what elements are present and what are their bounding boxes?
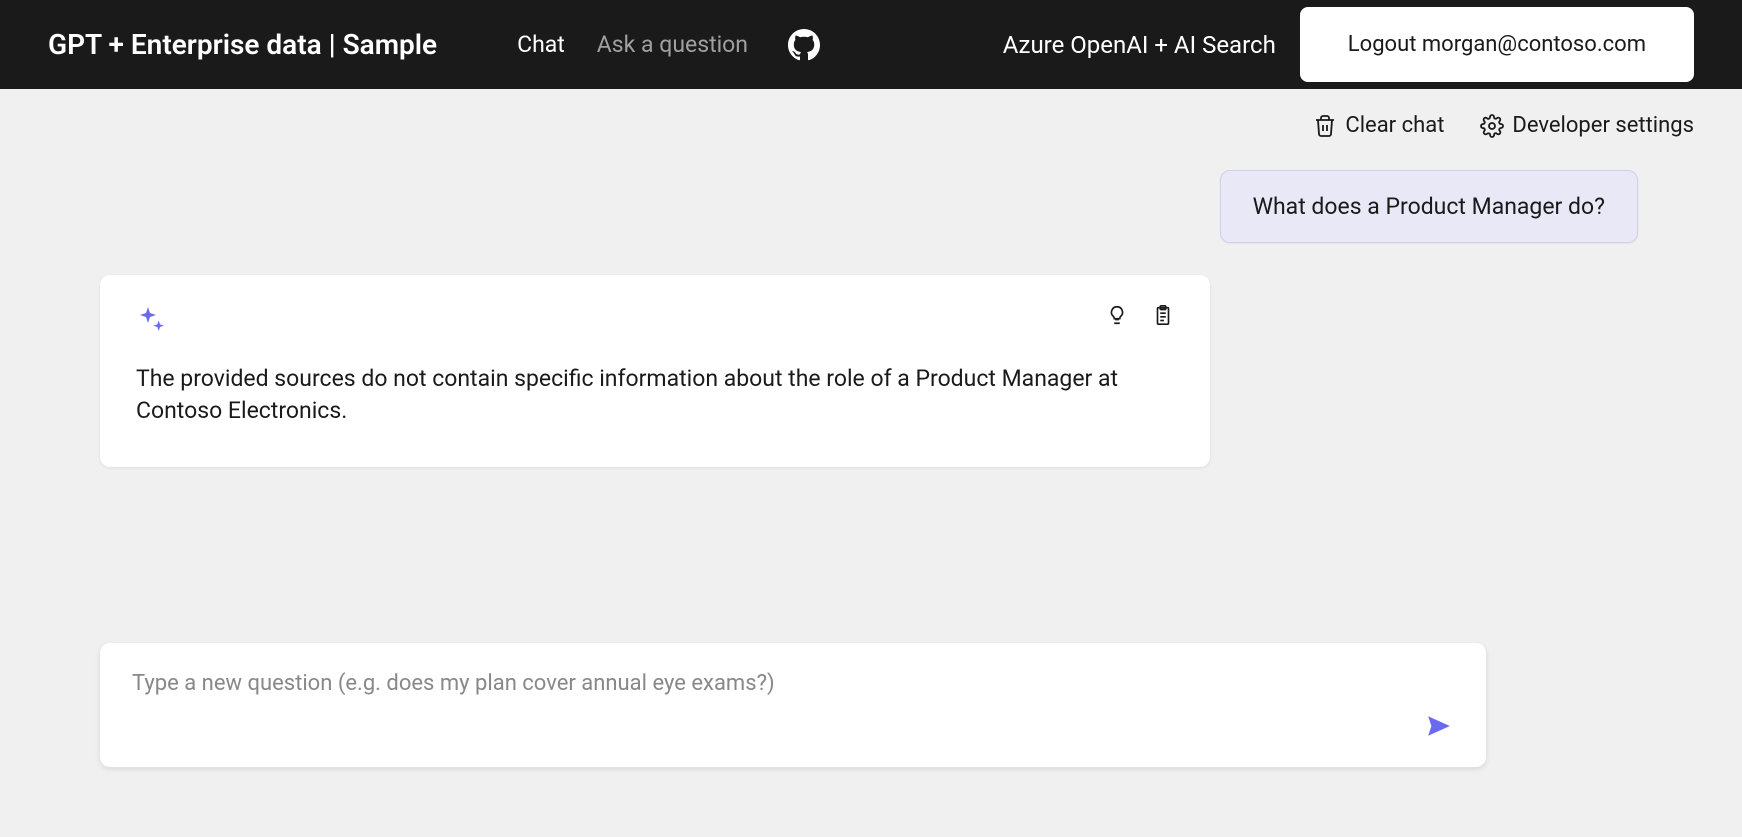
question-input[interactable] <box>132 671 1454 696</box>
developer-settings-button[interactable]: Developer settings <box>1480 113 1694 138</box>
nav-chat[interactable]: Chat <box>517 31 565 58</box>
assistant-header <box>136 303 1174 335</box>
nav-center: Chat Ask a question <box>517 29 820 61</box>
header: GPT + Enterprise data | Sample Chat Ask … <box>0 0 1742 89</box>
developer-settings-label: Developer settings <box>1512 113 1694 138</box>
sparkle-icon <box>136 303 168 335</box>
logout-button[interactable]: Logout morgan@contoso.com <box>1300 7 1694 82</box>
send-icon[interactable] <box>1424 713 1454 739</box>
assistant-actions <box>1106 303 1174 327</box>
header-subtitle: Azure OpenAI + AI Search <box>1003 31 1276 59</box>
question-input-container <box>100 643 1486 767</box>
clipboard-icon[interactable] <box>1152 303 1174 327</box>
assistant-text: The provided sources do not contain spec… <box>136 363 1174 427</box>
app-title: GPT + Enterprise data | Sample <box>48 28 437 61</box>
send-row <box>132 713 1454 739</box>
nav-ask-question[interactable]: Ask a question <box>597 31 748 58</box>
user-message: What does a Product Manager do? <box>1220 170 1638 243</box>
assistant-message: The provided sources do not contain spec… <box>100 275 1210 467</box>
toolbar: Clear chat Developer settings <box>0 89 1742 150</box>
clear-chat-label: Clear chat <box>1345 113 1444 138</box>
trash-icon <box>1313 114 1337 138</box>
gear-icon <box>1480 114 1504 138</box>
lightbulb-icon[interactable] <box>1106 303 1128 327</box>
github-icon[interactable] <box>788 29 820 61</box>
clear-chat-button[interactable]: Clear chat <box>1313 113 1444 138</box>
